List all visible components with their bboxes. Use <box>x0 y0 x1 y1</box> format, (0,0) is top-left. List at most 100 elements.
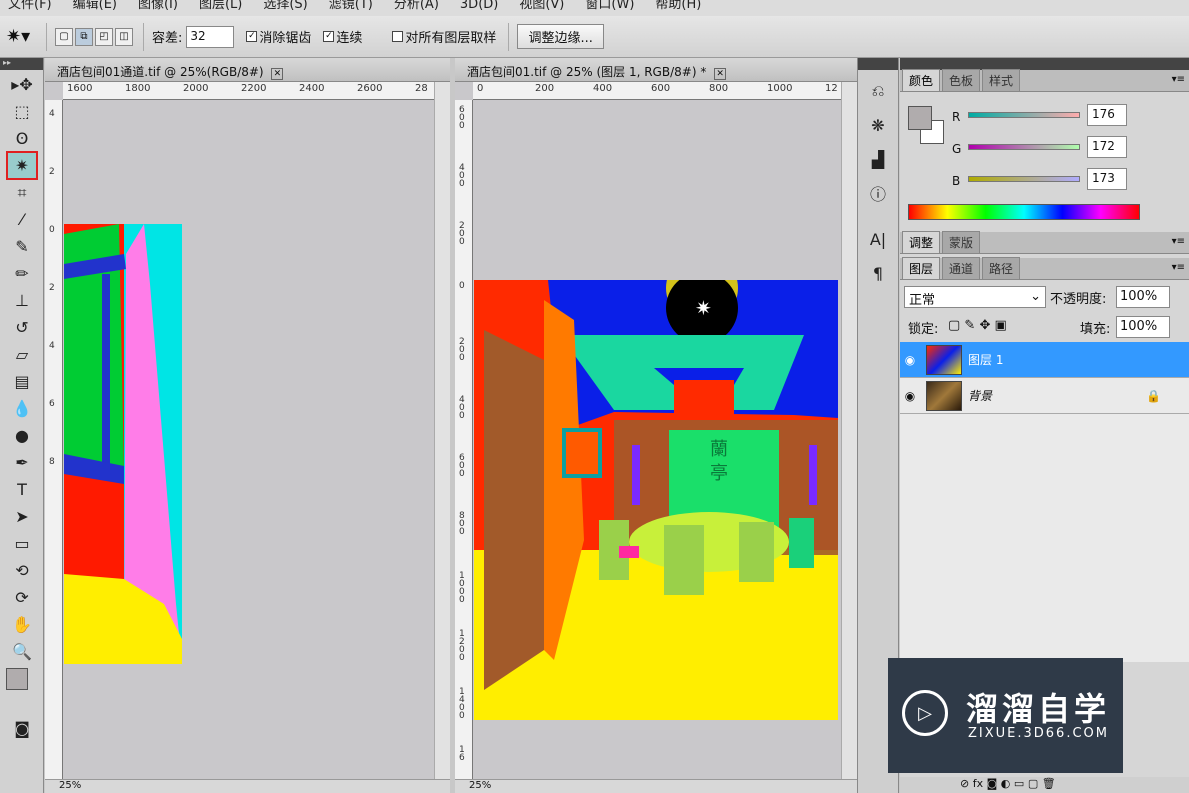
zoom-tool-icon[interactable]: 🔍 <box>8 639 36 664</box>
tab-layers[interactable]: 图层 <box>902 257 941 279</box>
vertical-scrollbar[interactable] <box>841 82 857 779</box>
ruler-label: 800 <box>459 511 465 537</box>
menu-window[interactable]: 窗口(W) <box>585 0 634 11</box>
vertical-scrollbar[interactable] <box>434 82 450 779</box>
pen-tool-icon[interactable]: ✒ <box>8 450 36 475</box>
info-icon[interactable]: ⓘ <box>865 180 891 206</box>
history-brush-icon[interactable]: ↺ <box>8 315 36 340</box>
tab-channels[interactable]: 通道 <box>942 257 981 279</box>
eye-icon[interactable]: ◉ <box>900 353 920 367</box>
b-value[interactable]: 173 <box>1087 168 1127 190</box>
opacity-input[interactable]: 100% <box>1116 286 1170 308</box>
history-icon[interactable]: ⎌ <box>865 78 891 104</box>
histogram-icon[interactable]: ▟ <box>865 146 891 172</box>
menu-select[interactable]: 选择(S) <box>263 0 307 11</box>
panel-menu-icon[interactable]: ▾≡ <box>1172 262 1185 273</box>
tab-masks[interactable]: 蒙版 <box>942 231 981 253</box>
panel-menu-icon[interactable]: ▾≡ <box>1172 74 1185 85</box>
panel-menu-icon[interactable]: ▾≡ <box>1172 236 1185 247</box>
magic-wand-preset-icon[interactable]: ✷▾ <box>6 26 38 47</box>
tab-adjustments[interactable]: 调整 <box>902 231 941 253</box>
close-icon[interactable]: ✕ <box>714 68 727 80</box>
link-icon[interactable]: ⊘ <box>960 777 969 790</box>
foreground-color[interactable] <box>6 668 28 690</box>
mask-icon[interactable]: ◙ <box>987 777 998 790</box>
blend-mode-select[interactable]: 正常 ⌄ <box>904 286 1046 308</box>
r-slider[interactable] <box>968 112 1080 118</box>
crop-tool-icon[interactable]: ⌗ <box>8 180 36 205</box>
contiguous-checkbox[interactable]: ✓ <box>323 31 335 42</box>
lasso-tool-icon[interactable]: ʘ <box>8 126 36 151</box>
eraser-tool-icon[interactable]: ▱ <box>8 342 36 367</box>
color-swatches[interactable] <box>0 664 43 714</box>
blur-tool-icon[interactable]: 💧 <box>8 396 36 421</box>
eye-icon[interactable]: ◉ <box>900 389 920 403</box>
menu-filter[interactable]: 滤镜(T) <box>329 0 373 11</box>
close-icon[interactable]: ✕ <box>271 68 284 80</box>
eyedropper-tool-icon[interactable]: ⁄ <box>8 207 36 232</box>
navigator-icon[interactable]: ❋ <box>865 112 891 138</box>
all-layers-checkbox[interactable] <box>392 31 404 42</box>
type-tool-icon[interactable]: T <box>8 477 36 502</box>
r-value[interactable]: 176 <box>1087 104 1127 126</box>
doc-tab-right[interactable]: 酒店包间01.tif @ 25% (图层 1, RGB/8#) * ✕ <box>455 58 857 82</box>
refine-edge-button[interactable]: 调整边缘... <box>517 24 604 49</box>
zoom-level[interactable]: 25% <box>469 780 491 791</box>
doc-tab-left[interactable]: 酒店包间01通道.tif @ 25%(RGB/8#) ✕ <box>45 58 450 82</box>
add-selection-icon[interactable]: ⧉ <box>75 27 93 46</box>
menu-analysis[interactable]: 分析(A) <box>394 0 439 11</box>
shape-tool-icon[interactable]: ▭ <box>8 531 36 556</box>
color-spectrum-bar[interactable] <box>908 204 1140 220</box>
fill-input[interactable]: 100% <box>1116 316 1170 338</box>
menu-view[interactable]: 视图(V) <box>519 0 564 11</box>
trash-icon[interactable]: 🗑 <box>1042 777 1056 790</box>
hand-tool-icon[interactable]: ✋ <box>8 612 36 637</box>
r-label: R <box>952 110 961 124</box>
menu-layer[interactable]: 图层(L) <box>199 0 242 11</box>
adjustment-icon[interactable]: ◐ <box>1001 777 1011 790</box>
3d-rotate-icon[interactable]: ⟲ <box>8 558 36 583</box>
zoom-level[interactable]: 25% <box>59 780 81 791</box>
dock-header[interactable] <box>858 58 898 70</box>
g-slider[interactable] <box>968 144 1080 150</box>
magic-wand-tool-icon[interactable]: ✷ <box>6 151 38 180</box>
clone-stamp-icon[interactable]: ⊥ <box>8 288 36 313</box>
layer-row[interactable]: ◉ 图层 1 <box>900 342 1189 378</box>
paragraph-icon[interactable]: ¶ <box>865 260 891 286</box>
lock-icons[interactable]: ▢ ✎ ✥ ▣ <box>948 318 1007 333</box>
color-fg-swatch[interactable] <box>908 106 932 130</box>
healing-brush-icon[interactable]: ✎ <box>8 234 36 259</box>
antialias-checkbox[interactable]: ✓ <box>246 31 258 42</box>
b-slider[interactable] <box>968 176 1080 182</box>
g-value[interactable]: 172 <box>1087 136 1127 158</box>
marquee-tool-icon[interactable]: ⬚ <box>8 99 36 124</box>
menu-help[interactable]: 帮助(H) <box>655 0 701 11</box>
tools-panel-header[interactable]: ▸▸ <box>0 58 43 70</box>
tab-swatches[interactable]: 色板 <box>942 69 981 91</box>
intersect-selection-icon[interactable]: ◫ <box>115 27 133 46</box>
tolerance-input[interactable]: 32 <box>186 25 235 48</box>
fx-icon[interactable]: fx <box>973 777 983 790</box>
layer-name[interactable]: 背景 <box>968 387 992 404</box>
brush-tool-icon[interactable]: ✏ <box>8 261 36 286</box>
character-icon[interactable]: A| <box>865 226 891 252</box>
new-selection-icon[interactable]: ▢ <box>55 27 73 46</box>
path-select-icon[interactable]: ➤ <box>8 504 36 529</box>
quick-mask-icon[interactable]: ◙ <box>8 716 36 741</box>
layer-name[interactable]: 图层 1 <box>968 351 1003 368</box>
new-layer-icon[interactable]: ▢ <box>1028 777 1038 790</box>
tab-styles[interactable]: 样式 <box>982 69 1021 91</box>
dodge-tool-icon[interactable]: ● <box>8 423 36 448</box>
3d-orbit-icon[interactable]: ⟳ <box>8 585 36 610</box>
folder-icon[interactable]: ▭ <box>1014 777 1024 790</box>
move-tool-icon[interactable]: ▸✥ <box>8 72 36 97</box>
menu-edit[interactable]: 编辑(E) <box>73 0 117 11</box>
menu-3d[interactable]: 3D(D) <box>460 0 498 11</box>
tab-paths[interactable]: 路径 <box>982 257 1021 279</box>
menu-file[interactable]: 文件(F) <box>8 0 52 11</box>
layer-row[interactable]: ◉ 背景 🔒 <box>900 378 1189 414</box>
gradient-tool-icon[interactable]: ▤ <box>8 369 36 394</box>
tab-color[interactable]: 颜色 <box>902 69 941 91</box>
menu-image[interactable]: 图像(I) <box>138 0 178 11</box>
subtract-selection-icon[interactable]: ◰ <box>95 27 113 46</box>
